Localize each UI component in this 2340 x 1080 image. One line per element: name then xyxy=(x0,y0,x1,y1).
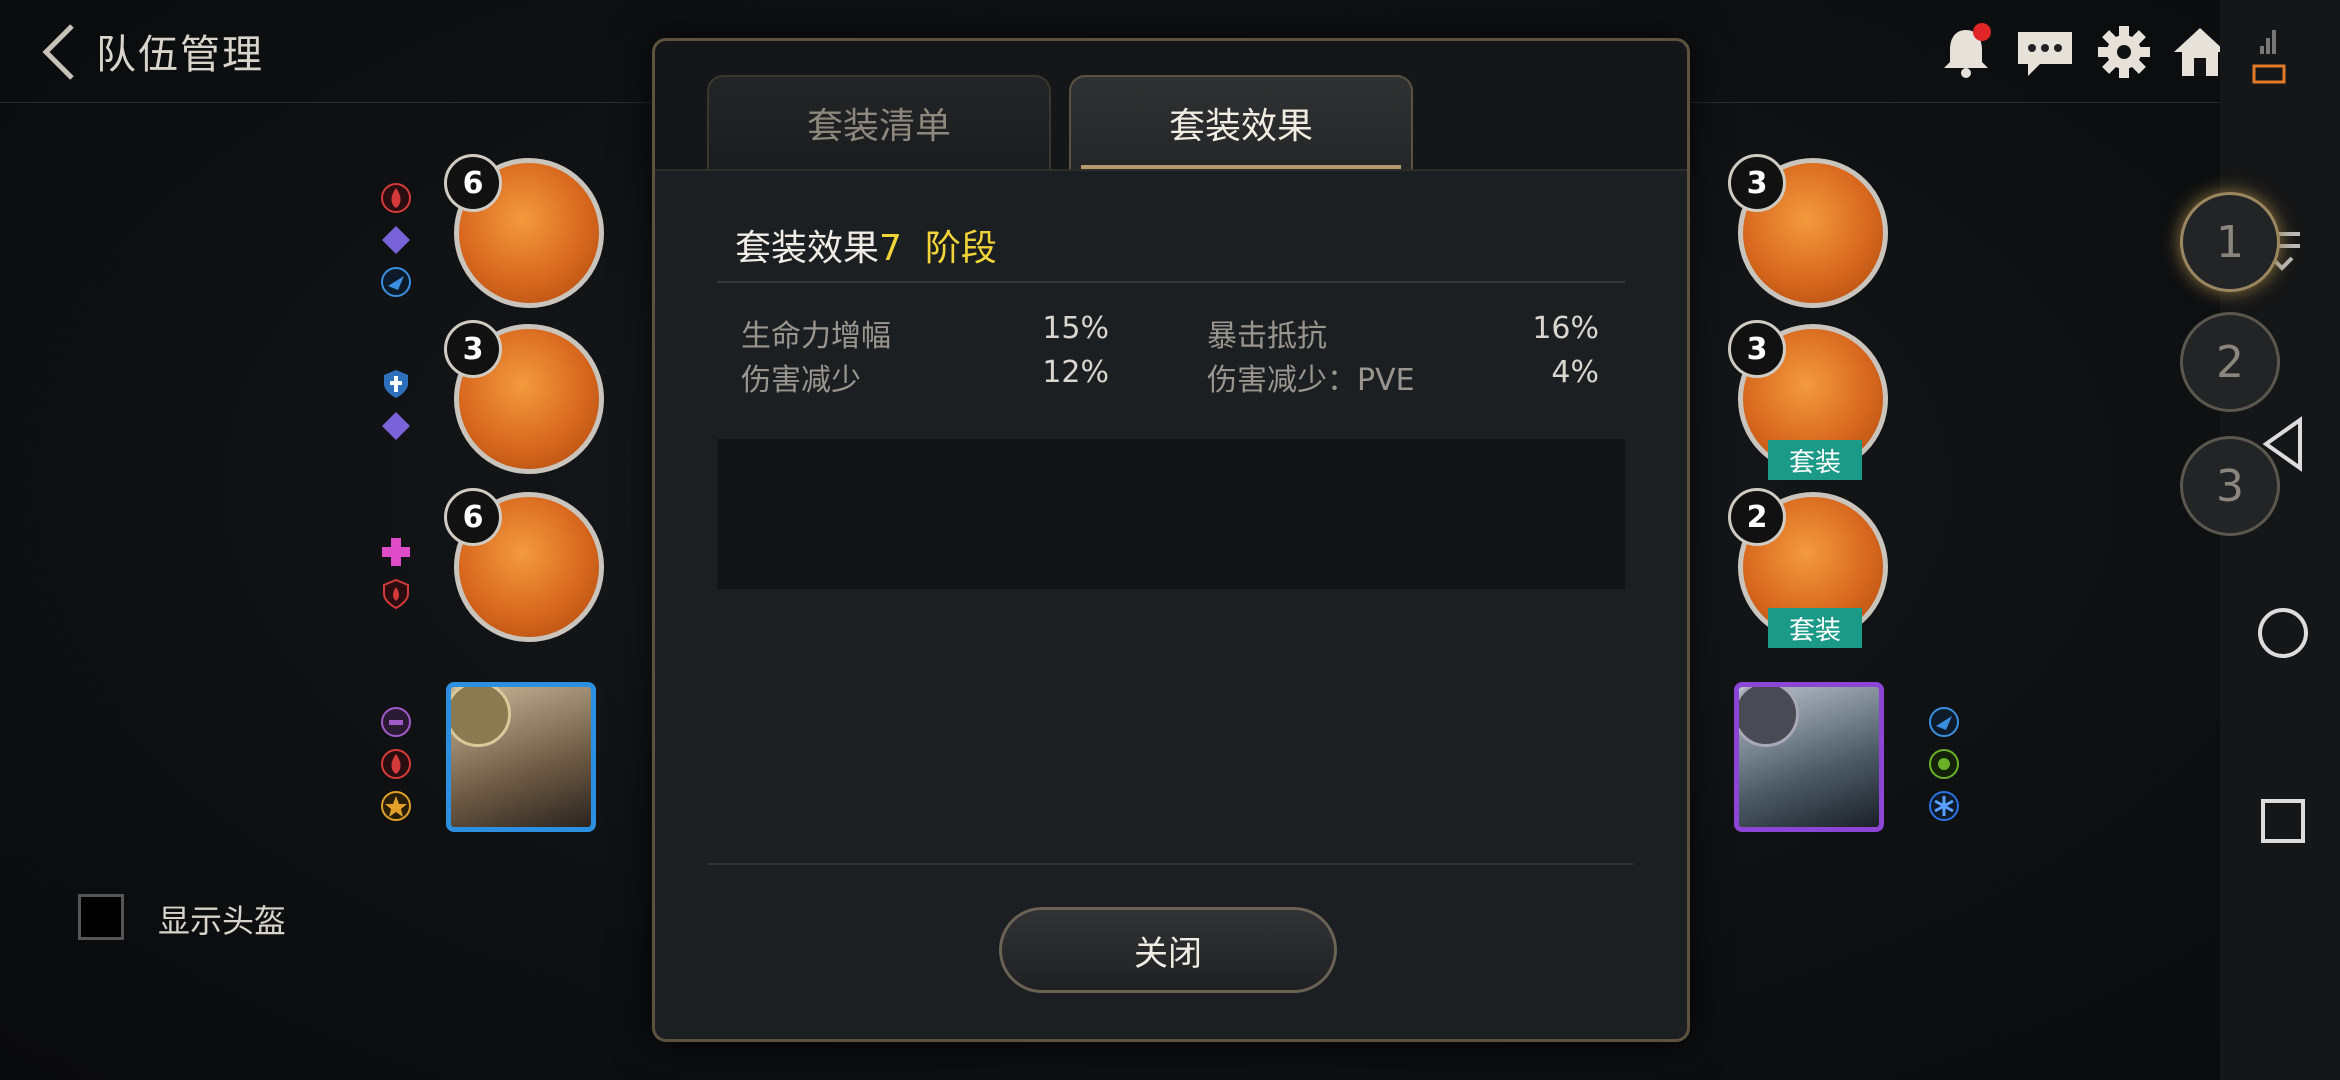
back-arrow-icon[interactable] xyxy=(36,20,86,84)
effect-title-prefix: 套装效果 xyxy=(735,228,880,269)
home-circle-icon[interactable] xyxy=(2256,606,2310,660)
right-gear-slot-1[interactable]: 3 xyxy=(1728,154,1888,308)
shield-cross-icon xyxy=(384,370,408,398)
set-tag: 套装 xyxy=(1768,440,1862,480)
stat-name: 伤害减少：PVE xyxy=(1207,363,1415,398)
recents-square-icon[interactable] xyxy=(2260,798,2306,844)
stat-value: 12% xyxy=(1042,355,1109,390)
frost-attribute-icon xyxy=(1929,791,1959,821)
diamond-attribute-icon xyxy=(382,412,410,440)
nature-attribute-icon xyxy=(1929,749,1959,779)
effect-title: 套装效果7 阶段 xyxy=(735,219,997,271)
star-attribute-icon xyxy=(381,791,411,821)
divider xyxy=(717,281,1625,283)
stat-name: 生命力增幅 xyxy=(741,319,891,354)
level-badge: 3 xyxy=(1728,320,1786,378)
close-button[interactable]: 关闭 xyxy=(999,907,1337,993)
wind-attribute-icon xyxy=(1929,707,1959,737)
show-helmet-label: 显示头盔 xyxy=(158,902,287,940)
stat-value: 4% xyxy=(1551,355,1599,390)
team-button-2[interactable]: 2 xyxy=(2180,312,2280,412)
effect-level: 7 xyxy=(879,228,902,269)
show-helmet-checkbox[interactable] xyxy=(78,894,124,940)
diamond-attribute-icon xyxy=(382,226,410,254)
effect-stage: 阶段 xyxy=(924,228,997,269)
left-gear-slot-2[interactable]: 3 xyxy=(444,320,604,474)
left-gear-slot-1[interactable]: 6 xyxy=(444,154,604,308)
skill-attribute-icon xyxy=(381,707,411,737)
set-tag: 套装 xyxy=(1768,608,1862,648)
stat-value: 15% xyxy=(1042,311,1109,346)
level-badge: 6 xyxy=(444,154,502,212)
hero-rank-emblem-icon xyxy=(451,687,511,747)
right-gear-slot-3[interactable]: 2 套装 xyxy=(1728,488,1888,648)
stat-value: 16% xyxy=(1532,311,1599,346)
settings-gear-icon[interactable] xyxy=(2094,22,2154,82)
fire-shield-icon xyxy=(383,578,409,610)
system-nav-bar xyxy=(2220,0,2340,1080)
hero-card-left[interactable] xyxy=(446,682,596,832)
level-badge: 3 xyxy=(1728,154,1786,212)
level-badge: 6 xyxy=(444,488,502,546)
bell-icon[interactable] xyxy=(1936,22,1996,82)
fire-attribute-icon xyxy=(381,183,411,213)
left-gear-slot-3[interactable]: 6 xyxy=(444,488,604,642)
level-badge: 3 xyxy=(444,320,502,378)
tab-set-list[interactable]: 套装清单 xyxy=(707,75,1051,169)
dialog-tab-bar: 套装清单 套装效果 xyxy=(655,41,1687,171)
team-button-3[interactable]: 3 xyxy=(2180,436,2280,536)
fire-attribute-icon xyxy=(381,749,411,779)
stat-name: 伤害减少 xyxy=(741,363,861,398)
chat-icon[interactable] xyxy=(2014,22,2076,82)
tab-set-effect[interactable]: 套装效果 xyxy=(1069,75,1413,169)
hero-rank-emblem-icon xyxy=(1739,687,1799,747)
stat-name: 暴击抵抗 xyxy=(1207,319,1327,354)
hero-card-right[interactable] xyxy=(1734,682,1884,832)
heal-plus-icon xyxy=(382,538,410,566)
effect-description-box xyxy=(717,439,1625,589)
signal-battery-icon xyxy=(2252,30,2286,84)
wind-attribute-icon xyxy=(381,267,411,297)
team-button-1[interactable]: 1 xyxy=(2180,192,2280,292)
right-gear-slot-2[interactable]: 3 套装 xyxy=(1728,320,1888,480)
set-effect-dialog: 套装清单 套装效果 套装效果7 阶段 生命力增幅 15% 暴击抵抗 16% 伤害… xyxy=(652,38,1690,1042)
divider xyxy=(707,863,1633,865)
level-badge: 2 xyxy=(1728,488,1786,546)
page-title: 队伍管理 xyxy=(96,32,264,78)
